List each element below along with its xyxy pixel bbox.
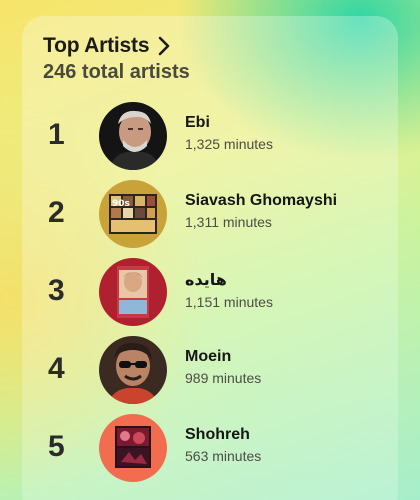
artist-name: Ebi bbox=[185, 114, 210, 131]
rank-number: 5 bbox=[48, 430, 65, 463]
artist-name: Siavash Ghomayshi bbox=[185, 192, 338, 209]
artist-avatar[interactable]: 90s bbox=[99, 180, 167, 248]
total-artists-count: 246 total artists bbox=[43, 61, 190, 83]
svg-text:90s: 90s bbox=[112, 199, 130, 209]
listening-minutes: 1,311 minutes bbox=[185, 214, 272, 230]
artist-avatar[interactable] bbox=[99, 414, 167, 482]
listening-minutes: 563 minutes bbox=[185, 448, 262, 464]
artist-info: Siavash Ghomayshi 1,311 minutes bbox=[185, 192, 337, 230]
artist-row-4[interactable]: 4 Moein 989 minutes bbox=[22, 336, 398, 406]
artist-avatar[interactable] bbox=[99, 258, 167, 326]
rank-number: 1 bbox=[48, 118, 65, 151]
artist-info: هایده 1,151 minutes bbox=[185, 270, 273, 310]
artist-avatar[interactable] bbox=[99, 102, 167, 170]
artist-name: هایده bbox=[185, 272, 227, 289]
listening-minutes: 1,325 minutes bbox=[185, 136, 273, 152]
artist-avatar[interactable] bbox=[99, 336, 167, 404]
artist-row-2[interactable]: 2 90s Siavash Ghomayshi 1,311 minutes bbox=[22, 180, 398, 250]
artist-info: Moein 989 minutes bbox=[185, 348, 261, 386]
artist-name: Shohreh bbox=[185, 426, 250, 443]
rank-number: 3 bbox=[48, 274, 65, 307]
card-header[interactable]: Top Artists 246 total artists bbox=[43, 34, 190, 84]
artist-info: Shohreh 563 minutes bbox=[185, 426, 261, 464]
artist-row-3[interactable]: 3 هایده 1,151 minutes bbox=[22, 258, 398, 328]
top-artists-card: Top Artists 246 total artists 1 Ebi 1,32… bbox=[22, 16, 398, 500]
artist-row-5[interactable]: 5 Shohreh 563 minutes bbox=[22, 414, 398, 484]
listening-minutes: 989 minutes bbox=[185, 370, 262, 386]
chevron-right-icon[interactable] bbox=[157, 36, 171, 56]
artist-info: Ebi 1,325 minutes bbox=[185, 114, 273, 152]
card-title[interactable]: Top Artists bbox=[43, 34, 149, 58]
artist-name: Moein bbox=[185, 348, 232, 365]
listening-minutes: 1,151 minutes bbox=[185, 294, 273, 310]
artist-row-1[interactable]: 1 Ebi 1,325 minutes bbox=[22, 102, 398, 172]
title-row[interactable]: Top Artists bbox=[43, 34, 190, 58]
rank-number: 2 bbox=[48, 196, 65, 229]
rank-number: 4 bbox=[48, 352, 65, 385]
